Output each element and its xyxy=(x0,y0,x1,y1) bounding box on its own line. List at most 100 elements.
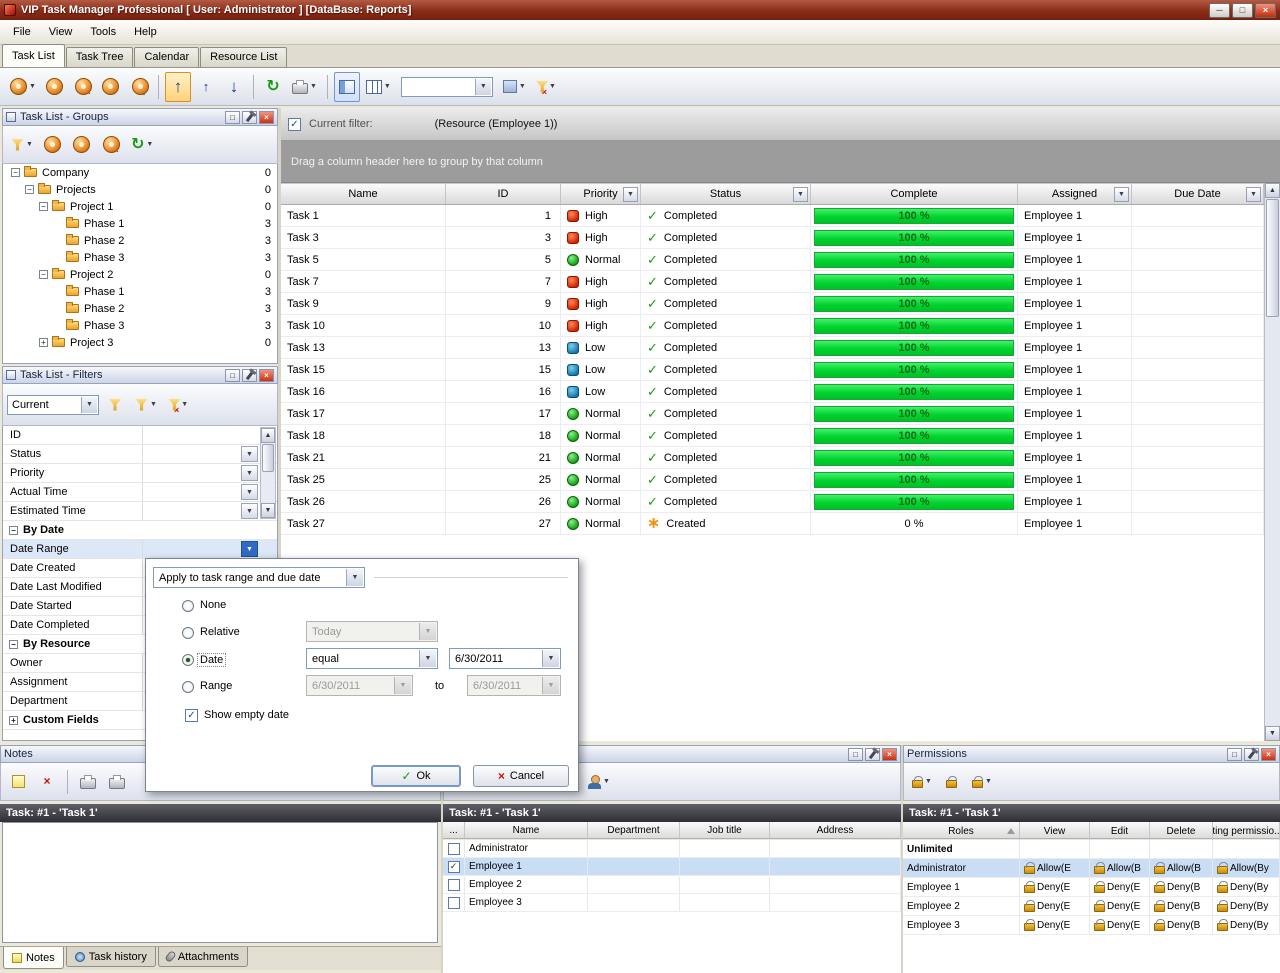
group-task-button[interactable]: ↓ xyxy=(126,72,152,102)
menu-item-file[interactable]: File xyxy=(4,22,40,42)
task-row-task-17[interactable]: Task 1717Normal✓Completed100 %Employee 1 xyxy=(281,403,1264,425)
column-header-due-date[interactable]: Due Date▼ xyxy=(1132,184,1264,204)
filter-row-id[interactable]: ID xyxy=(3,426,277,445)
unlock-button[interactable]: ▼ xyxy=(968,767,996,797)
bottom-tab-task-history[interactable]: Task history xyxy=(66,947,156,967)
tree-expander-icon[interactable]: − xyxy=(39,202,48,211)
bottom-tab-notes[interactable]: Notes xyxy=(3,947,64,969)
task-row-task-5[interactable]: Task 55Normal✓Completed100 %Employee 1 xyxy=(281,249,1264,271)
new-task-button[interactable]: ▼ xyxy=(6,72,40,102)
resource-checkbox[interactable] xyxy=(448,843,460,855)
column-header-department[interactable]: Department xyxy=(588,822,680,838)
resource-checkbox[interactable] xyxy=(448,879,460,891)
filter-value-cell[interactable]: ▼ xyxy=(143,502,277,520)
radio-relative[interactable] xyxy=(182,627,194,639)
section-expander-icon[interactable]: − xyxy=(9,526,18,535)
refresh-button[interactable]: ↻ xyxy=(260,72,286,102)
close-button[interactable]: × xyxy=(1255,3,1276,18)
tree-expander-icon[interactable]: + xyxy=(39,338,48,347)
cancel-button[interactable]: × Cancel xyxy=(473,765,569,787)
filter-dropdown-button[interactable]: ▼ xyxy=(241,484,258,500)
float-panel-button[interactable]: □ xyxy=(848,748,863,761)
task-row-task-27[interactable]: Task 2727Normal∗Created0 %Employee 1 xyxy=(281,513,1264,535)
scroll-track[interactable] xyxy=(261,473,275,503)
tab-task-tree[interactable]: Task Tree xyxy=(66,47,134,67)
task-row-task-10[interactable]: Task 1010High✓Completed100 %Employee 1 xyxy=(281,315,1264,337)
filter-row-estimated-time[interactable]: Estimated Time▼ xyxy=(3,502,277,521)
filter-dropdown-button[interactable]: ▼ xyxy=(241,446,258,462)
radio-none[interactable] xyxy=(182,600,194,612)
tab-resource-list[interactable]: Resource List xyxy=(200,47,287,67)
column-header-assigned[interactable]: Assigned▼ xyxy=(1018,184,1132,204)
column-header-item[interactable]: ... xyxy=(443,822,465,838)
filters-scrollbar[interactable]: ▲ ▼ xyxy=(260,427,276,519)
menu-item-tools[interactable]: Tools xyxy=(81,22,125,42)
tree-expander-icon[interactable]: − xyxy=(39,270,48,279)
column-header-name[interactable]: Name xyxy=(281,184,446,204)
print-preview-button[interactable] xyxy=(104,767,130,797)
dropdown-button[interactable]: ▼ xyxy=(475,79,491,95)
column-header-complete[interactable]: Complete xyxy=(811,184,1018,204)
apply-to-combobox[interactable]: Apply to task range and due date ▼ xyxy=(153,567,365,588)
task-row-task-26[interactable]: Task 2626Normal✓Completed100 %Employee 1 xyxy=(281,491,1264,513)
tree-item-phase-1[interactable]: Phase 13 xyxy=(3,283,277,300)
delete-task-button[interactable]: × xyxy=(70,72,96,102)
radio-range[interactable] xyxy=(182,681,194,693)
column-header-address[interactable]: Address xyxy=(770,822,901,838)
task-row-task-25[interactable]: Task 2525Normal✓Completed100 %Employee 1 xyxy=(281,469,1264,491)
toggle-panels-button[interactable] xyxy=(334,72,360,102)
dropdown-button[interactable]: ▼ xyxy=(542,650,559,667)
column-header-view[interactable]: View xyxy=(1020,822,1090,840)
column-header-tting-permissio[interactable]: tting permissio... xyxy=(1213,822,1280,840)
close-panel-button[interactable]: × xyxy=(259,369,274,382)
filter-value-cell[interactable]: ▼ xyxy=(143,464,277,482)
move-task-up-button[interactable]: ↑ xyxy=(165,72,191,102)
bottom-tab-attachments[interactable]: Attachments xyxy=(158,947,248,967)
tree-item-phase-1[interactable]: Phase 13 xyxy=(3,215,277,232)
column-header-status[interactable]: Status▼ xyxy=(641,184,811,204)
scroll-down-button[interactable]: ▼ xyxy=(1265,726,1280,741)
section-expander-icon[interactable]: + xyxy=(9,716,18,725)
show-empty-date-checkbox[interactable]: ✓ xyxy=(185,709,198,722)
apply-filter-button[interactable] xyxy=(102,390,128,420)
minimize-button[interactable]: ─ xyxy=(1209,3,1230,18)
filter-value-cell[interactable]: ▼ xyxy=(143,540,277,558)
column-filter-button[interactable]: ▼ xyxy=(623,187,638,202)
pin-panel-button[interactable] xyxy=(242,111,257,124)
scroll-up-button[interactable]: ▲ xyxy=(261,428,275,443)
tree-item-project-1[interactable]: −Project 10 xyxy=(3,198,277,215)
task-row-task-13[interactable]: Task 1313Low✓Completed100 %Employee 1 xyxy=(281,337,1264,359)
delete-note-button[interactable]: × xyxy=(34,767,60,797)
filter-dropdown-button[interactable]: ▼ xyxy=(241,541,258,557)
ok-button[interactable]: ✓ Ok xyxy=(371,765,461,787)
column-header-priority[interactable]: Priority▼ xyxy=(561,184,641,204)
task-row-task-9[interactable]: Task 99High✓Completed100 %Employee 1 xyxy=(281,293,1264,315)
edit-task-button[interactable] xyxy=(42,72,68,102)
task-row-task-16[interactable]: Task 1616Low✓Completed100 %Employee 1 xyxy=(281,381,1264,403)
filter-value-cell[interactable] xyxy=(143,426,277,444)
resource-row-employee-3[interactable]: Employee 3 xyxy=(443,894,901,912)
refresh-groups-button[interactable]: ↻▼ xyxy=(127,130,157,160)
edit-group-button[interactable] xyxy=(69,130,95,160)
filter-row-by-date[interactable]: −By Date xyxy=(3,521,277,540)
tree-item-projects[interactable]: −Projects0 xyxy=(3,181,277,198)
menu-item-view[interactable]: View xyxy=(40,22,82,42)
resource-checkbox[interactable]: ✓ xyxy=(448,861,460,873)
filter-row-actual-time[interactable]: Actual Time▼ xyxy=(3,483,277,502)
dropdown-button[interactable]: ▼ xyxy=(81,397,97,413)
section-expander-icon[interactable]: − xyxy=(9,640,18,649)
maximize-button[interactable]: □ xyxy=(1232,3,1253,18)
filter-row-priority[interactable]: Priority▼ xyxy=(3,464,277,483)
delete-group-button[interactable]: × xyxy=(98,130,124,160)
date-operator-combobox[interactable]: equal ▼ xyxy=(306,648,438,669)
permission-row-unlimited[interactable]: Unlimited xyxy=(903,840,1280,859)
date-value-picker[interactable]: 6/30/2011 ▼ xyxy=(449,648,561,669)
task-row-task-21[interactable]: Task 2121Normal✓Completed100 %Employee 1 xyxy=(281,447,1264,469)
column-header-name[interactable]: Name xyxy=(465,822,588,838)
close-panel-button[interactable]: × xyxy=(259,111,274,124)
add-group-button[interactable] xyxy=(40,130,66,160)
tree-item-project-2[interactable]: −Project 20 xyxy=(3,266,277,283)
quick-filter-combobox[interactable]: ▼ xyxy=(401,77,493,97)
group-by-drop-zone[interactable]: Drag a column header here to group by th… xyxy=(281,141,1280,183)
task-row-task-7[interactable]: Task 77High✓Completed100 %Employee 1 xyxy=(281,271,1264,293)
